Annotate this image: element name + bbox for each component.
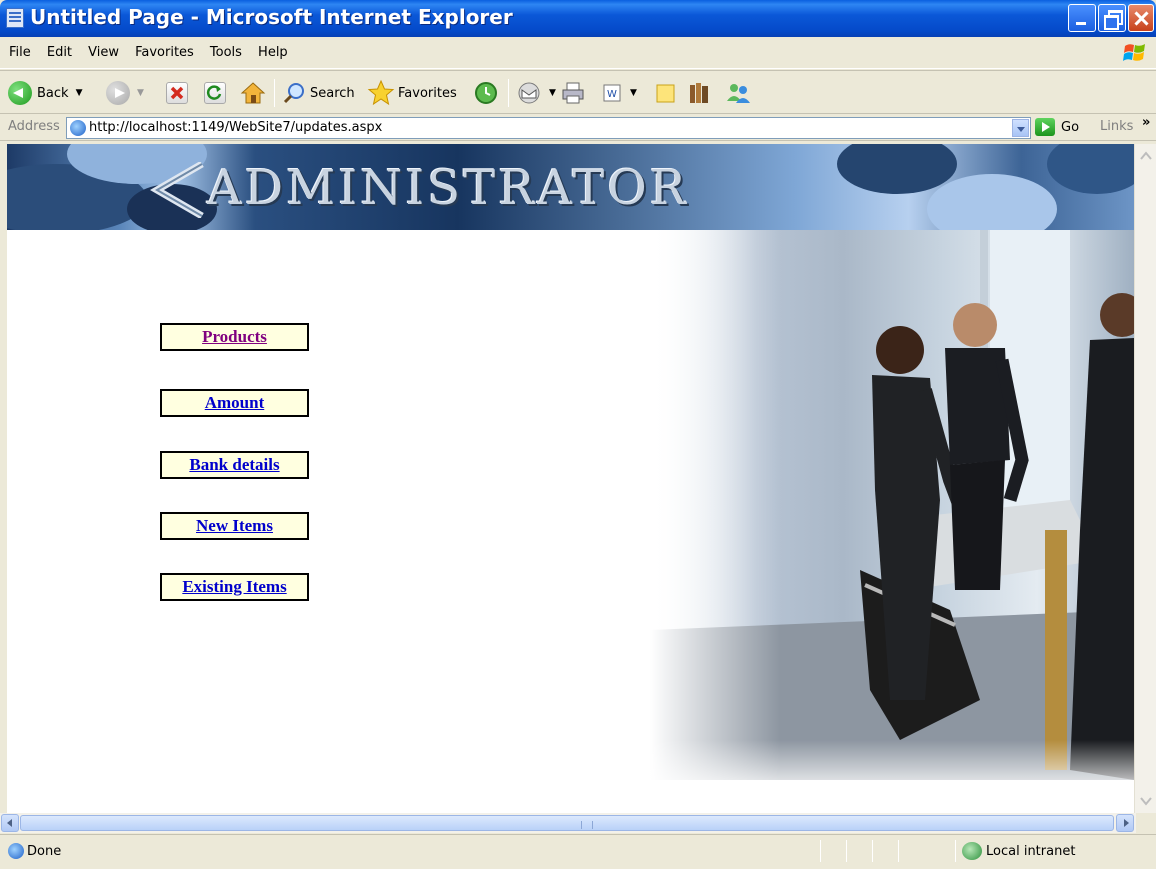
- messenger-icon: [727, 84, 750, 103]
- horizontal-scroll-thumb[interactable]: [20, 815, 1114, 831]
- chevron-down-icon[interactable]: ▼: [137, 88, 144, 98]
- favorites-star-icon: [367, 79, 395, 106]
- minimize-button[interactable]: [1068, 4, 1096, 32]
- links-label[interactable]: Links: [1100, 119, 1133, 134]
- notes-icon: [656, 84, 675, 103]
- page-icon: [6, 8, 24, 28]
- research-books-icon: [690, 83, 708, 103]
- menu-help[interactable]: Help: [258, 45, 288, 60]
- new-items-link[interactable]: New Items: [160, 512, 309, 540]
- address-dropdown-button[interactable]: [1012, 119, 1029, 137]
- page-content: ADMINISTRATOR Products Amount Bank detai…: [7, 144, 1134, 813]
- status-divider: [846, 840, 847, 862]
- photo-fade-bottom: [650, 740, 1134, 780]
- search-icon: [283, 83, 304, 104]
- address-url[interactable]: http://localhost:1149/WebSite7/updates.a…: [89, 120, 382, 135]
- products-link[interactable]: Products: [160, 323, 309, 351]
- photo-fade: [650, 230, 780, 780]
- forward-arrow-icon: [106, 81, 130, 105]
- status-divider: [955, 840, 956, 862]
- favorites-button[interactable]: Favorites: [367, 78, 457, 108]
- mail-icon: [518, 82, 540, 104]
- back-label: Back: [37, 85, 69, 101]
- browser-window: Untitled Page - Microsoft Internet Explo…: [0, 0, 1156, 869]
- restore-button[interactable]: [1098, 4, 1126, 32]
- go-label: Go: [1061, 119, 1080, 135]
- toolbar: Back ▼ ▼ Search Favorites ▼ W ▼: [0, 70, 1156, 114]
- word-icon: W: [603, 84, 621, 102]
- print-button[interactable]: [560, 78, 586, 108]
- ie-page-icon: [8, 843, 24, 859]
- amount-link[interactable]: Amount: [160, 389, 309, 417]
- go-button[interactable]: Go: [1035, 118, 1079, 136]
- home-icon: [240, 82, 266, 104]
- menu-tools[interactable]: Tools: [210, 45, 242, 60]
- chevron-down-icon[interactable]: ▼: [549, 88, 556, 98]
- scroll-left-button[interactable]: [1, 814, 19, 832]
- scroll-down-icon[interactable]: [1138, 793, 1154, 809]
- windows-logo-icon: [1123, 44, 1145, 61]
- search-label: Search: [310, 85, 355, 101]
- mail-button[interactable]: ▼: [516, 78, 556, 108]
- banner-left-arrow-icon: [150, 162, 204, 218]
- scroll-up-icon[interactable]: [1138, 148, 1154, 164]
- address-bar: Address http://localhost:1149/WebSite7/u…: [0, 115, 1156, 141]
- print-icon: [562, 82, 584, 104]
- refresh-icon: [204, 82, 226, 104]
- history-button[interactable]: [473, 78, 499, 108]
- back-arrow-icon: [8, 81, 32, 105]
- history-icon: [475, 82, 497, 104]
- forward-button[interactable]: ▼: [106, 78, 144, 108]
- chevron-down-icon[interactable]: ▼: [630, 88, 637, 98]
- close-button[interactable]: [1128, 4, 1154, 32]
- security-zone: Local intranet: [986, 844, 1076, 859]
- home-button[interactable]: [240, 78, 266, 108]
- search-button[interactable]: Search: [282, 78, 355, 108]
- menu-view[interactable]: View: [88, 45, 119, 60]
- chevron-down-icon[interactable]: ▼: [76, 88, 83, 98]
- research-button[interactable]: [686, 78, 712, 108]
- go-arrow-icon: [1035, 118, 1055, 136]
- svg-text:W: W: [607, 89, 617, 100]
- banner-title: ADMINISTRATOR: [207, 160, 689, 216]
- status-divider: [820, 840, 821, 862]
- bank-details-link[interactable]: Bank details: [160, 451, 309, 479]
- toolbar-separator: [508, 79, 509, 107]
- edit-button[interactable]: W ▼: [601, 78, 637, 108]
- title-bar[interactable]: Untitled Page - Microsoft Internet Explo…: [0, 0, 1156, 37]
- stop-icon: [166, 82, 188, 104]
- address-field[interactable]: http://localhost:1149/WebSite7/updates.a…: [66, 117, 1031, 139]
- status-text: Done: [27, 844, 62, 859]
- toolbar-separator: [274, 79, 275, 107]
- status-bar: Done Local intranet: [0, 834, 1156, 869]
- admin-banner: ADMINISTRATOR: [7, 144, 1134, 230]
- status-divider: [898, 840, 899, 862]
- vertical-scrollbar[interactable]: [1134, 144, 1156, 813]
- ie-page-icon: [70, 120, 86, 136]
- scrollbar-corner: [1136, 813, 1156, 833]
- menu-file[interactable]: File: [9, 45, 31, 60]
- refresh-button[interactable]: [204, 78, 226, 108]
- local-intranet-icon: [962, 842, 982, 860]
- existing-items-link[interactable]: Existing Items: [160, 573, 309, 601]
- scroll-right-button[interactable]: [1116, 814, 1134, 832]
- favorites-label: Favorites: [398, 85, 457, 101]
- window-title: Untitled Page - Microsoft Internet Explo…: [30, 5, 513, 29]
- address-label: Address: [8, 119, 60, 134]
- scroll-grip: [581, 821, 593, 829]
- status-divider: [872, 840, 873, 862]
- office-meeting-photo: [650, 230, 1134, 780]
- horizontal-scrollbar[interactable]: [0, 813, 1156, 833]
- menu-bar: File Edit View Favorites Tools Help: [0, 37, 1156, 69]
- discuss-button[interactable]: [654, 78, 678, 108]
- back-button[interactable]: Back ▼: [8, 78, 82, 108]
- stop-button[interactable]: [166, 78, 188, 108]
- links-chevron-icon[interactable]: »: [1142, 115, 1150, 130]
- messenger-button[interactable]: [724, 78, 752, 108]
- menu-edit[interactable]: Edit: [47, 45, 72, 60]
- menu-favorites[interactable]: Favorites: [135, 45, 194, 60]
